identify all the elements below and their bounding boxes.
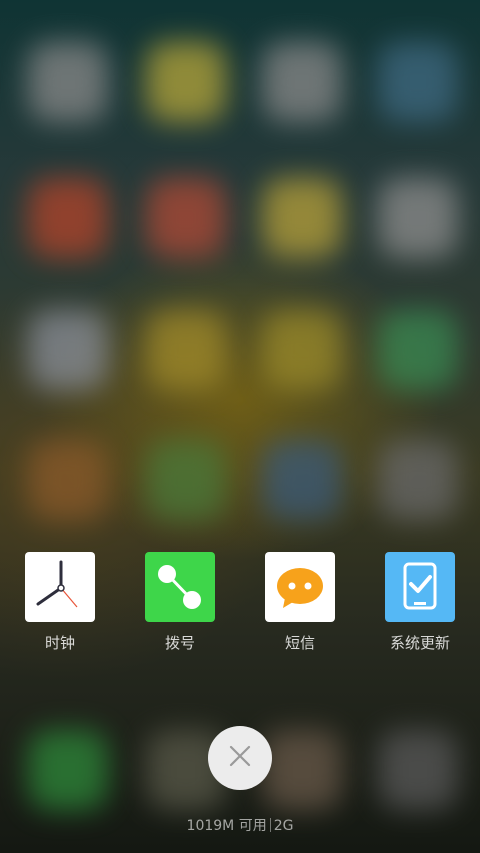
close-icon: [229, 745, 251, 771]
recent-app-messages[interactable]: 短信: [250, 552, 350, 653]
phone-dialer-icon: [145, 552, 215, 622]
recent-app-label: 系统更新: [389, 634, 450, 652]
recent-app-clock[interactable]: 时钟: [10, 552, 110, 653]
recent-app-system-update[interactable]: 系统更新: [370, 552, 470, 653]
memory-available: 1019M 可用: [186, 818, 267, 834]
clock-icon: [25, 552, 95, 622]
messages-icon: [265, 552, 335, 622]
system-update-icon: [385, 552, 455, 622]
clear-all-button[interactable]: [208, 726, 272, 790]
recent-app-phone[interactable]: 拨号: [130, 552, 230, 653]
recent-app-label: 拨号: [164, 634, 195, 652]
memory-total: 2G: [273, 818, 294, 834]
memory-status: 1019M 可用 2G: [0, 815, 480, 835]
recent-apps-row: 时钟 拨号 短信 系统更新: [0, 552, 480, 662]
recent-app-label: 时钟: [44, 634, 75, 652]
memory-divider: [269, 818, 271, 832]
recent-app-label: 短信: [284, 634, 315, 652]
